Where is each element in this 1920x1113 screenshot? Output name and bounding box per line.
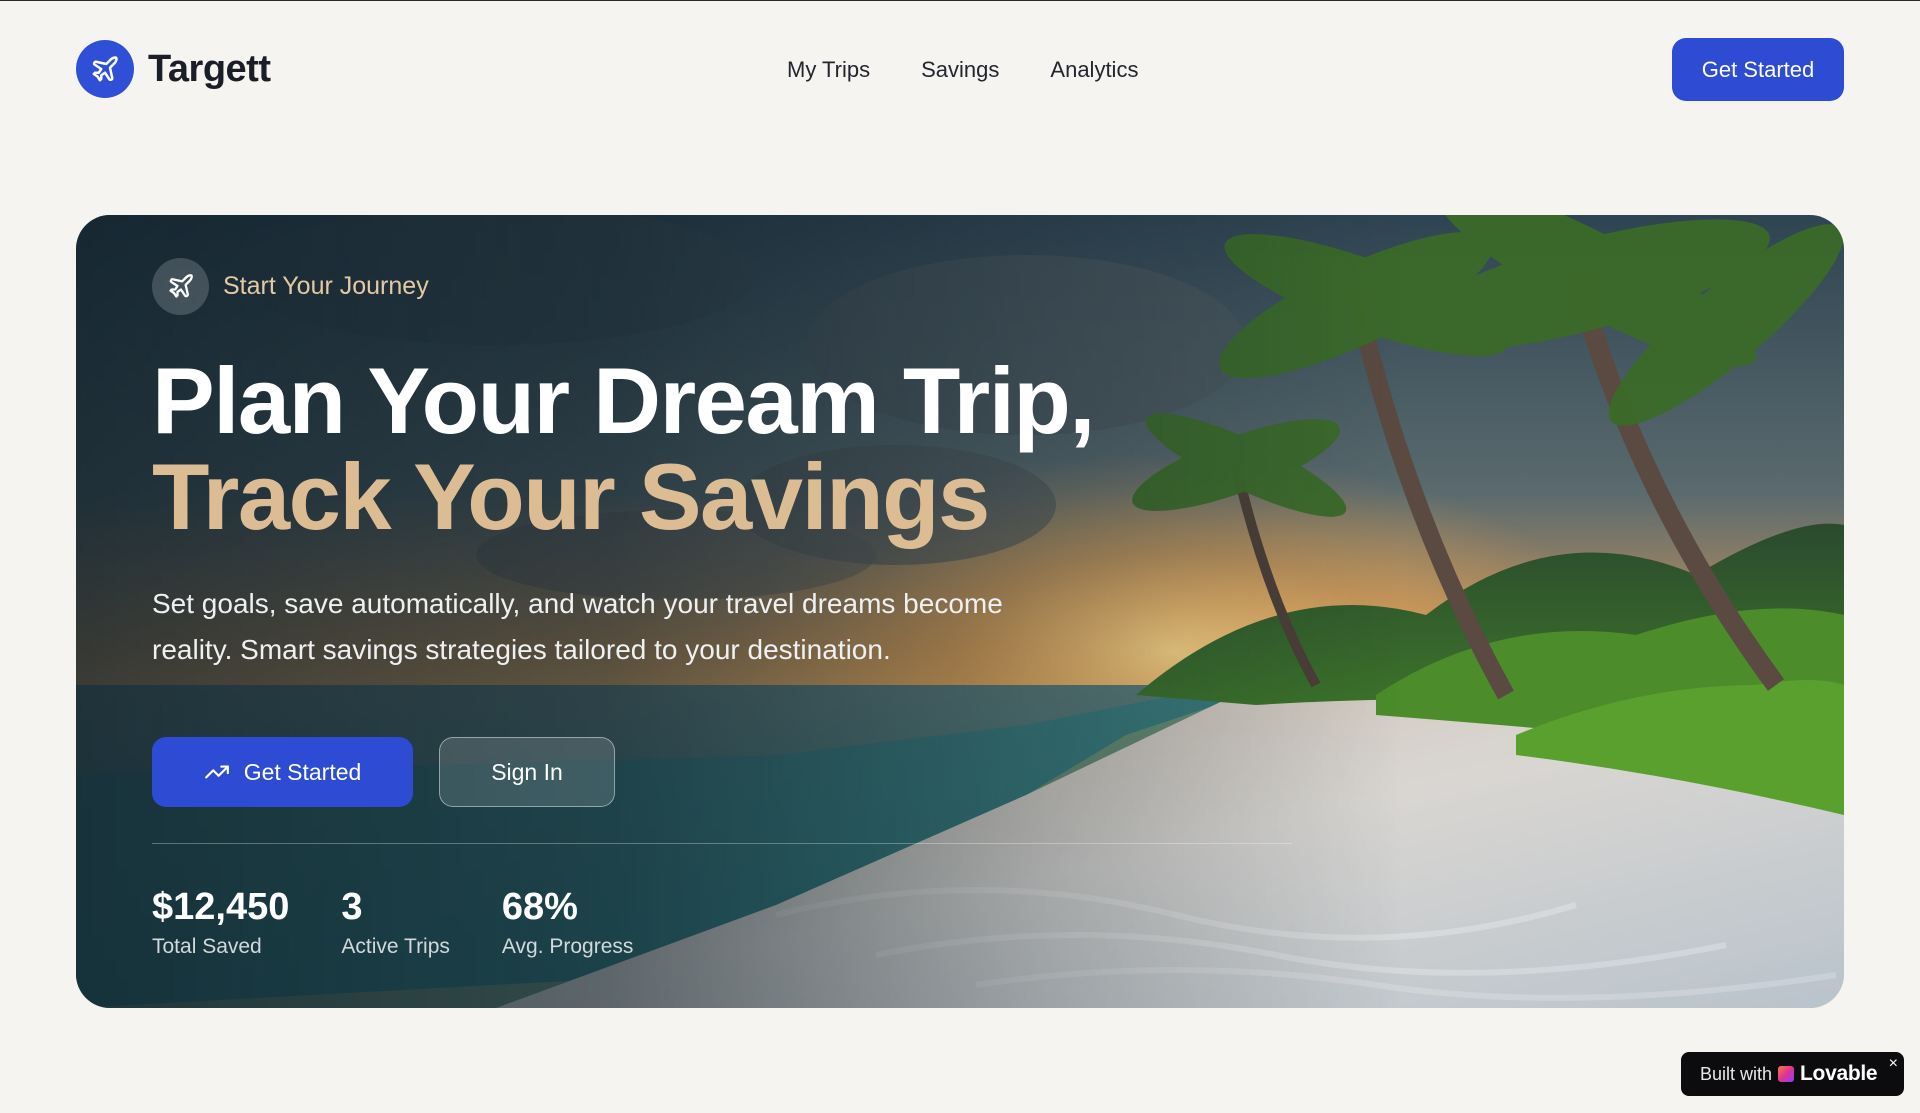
stat-label: Avg. Progress (501, 935, 634, 958)
main-nav: My Trips Savings Analytics (787, 52, 1138, 88)
stat-label: Total Saved (152, 935, 262, 958)
built-with-text: Built with (1700, 1063, 1773, 1084)
stats-divider (152, 843, 1292, 844)
hero-get-started-button[interactable]: Get Started (152, 737, 413, 807)
stat-total-saved: $12,450 Total Saved (152, 885, 289, 959)
stat-label: Active Trips (341, 935, 450, 958)
nav-my-trips[interactable]: My Trips (787, 57, 870, 83)
lovable-brand-text: Lovable (1800, 1062, 1878, 1085)
stat-avg-progress: 68% Avg. Progress (502, 885, 634, 959)
hero-title-line1: Plan Your Dream Trip, (152, 348, 1095, 453)
trending-up-icon (204, 765, 229, 779)
built-with-lovable-badge[interactable]: Built with Lovable × (1681, 1052, 1904, 1096)
hero-get-started-label: Get Started (243, 758, 362, 785)
close-icon[interactable]: × (1889, 1056, 1898, 1072)
brand-name: Targett (148, 47, 271, 90)
nav-analytics[interactable]: Analytics (1050, 57, 1138, 83)
stats-row: $12,450 Total Saved 3 Active Trips 68% A… (152, 885, 633, 959)
hero-title: Plan Your Dream Trip, Track Your Savings (152, 353, 1252, 545)
badge-text: Start Your Journey (223, 271, 429, 300)
lovable-logo-icon (1778, 1066, 1795, 1082)
hero-section: Start Your Journey Plan Your Dream Trip,… (76, 215, 1844, 1008)
hero-title-line2: Track Your Savings (152, 444, 990, 549)
brand-logo[interactable]: Targett (76, 40, 271, 98)
airplane-icon (76, 40, 134, 98)
nav-savings[interactable]: Savings (921, 57, 999, 83)
site-header: Targett My Trips Savings Analytics Get S… (0, 0, 1920, 140)
header-get-started-button[interactable]: Get Started (1672, 38, 1844, 101)
stat-value: 68% (501, 886, 578, 928)
sign-in-button[interactable]: Sign In (439, 737, 615, 807)
airplane-icon (152, 257, 209, 315)
hero-description: Set goals, save automatically, and watch… (152, 588, 1003, 665)
stat-value: $12,450 (152, 886, 290, 928)
stat-active-trips: 3 Active Trips (341, 885, 450, 959)
stat-value: 3 (341, 886, 363, 928)
journey-badge: Start Your Journey (152, 257, 429, 315)
